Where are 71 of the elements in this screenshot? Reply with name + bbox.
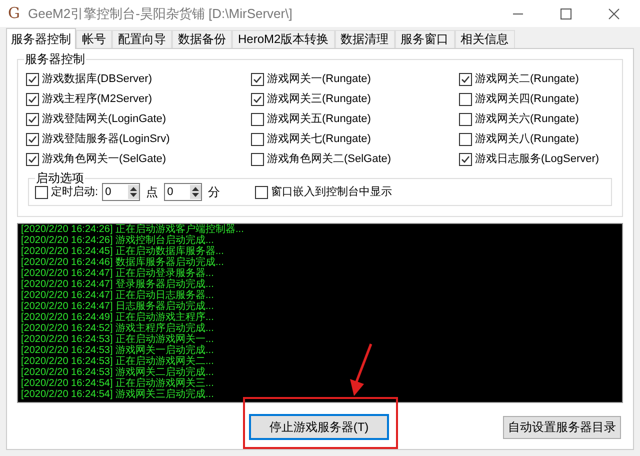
log-line: [2020/2/20 16:24:54] 正在启动游戏网关三... [21, 378, 215, 389]
unit-label: 点 [146, 184, 158, 201]
checkbox[interactable] [26, 72, 39, 86]
tab[interactable]: 帐号 [76, 30, 112, 48]
group-title: 服务器控制 [24, 52, 86, 66]
log-line: [2020/2/20 16:24:53] 正在启动游戏网关二... [21, 356, 215, 367]
window-title: GeeM2引擎控制台-昊阳杂货铺 [D:\MirServer\] [28, 4, 294, 23]
checkbox-label: 游戏网关一(Rungate) [267, 72, 371, 87]
log-line: [2020/2/20 16:24:53] 游戏网关二启动完成... [21, 367, 215, 378]
stop-server-button[interactable]: 停止游戏服务器(T) [249, 414, 389, 440]
checkbox[interactable] [255, 186, 268, 198]
log-line: [2020/2/20 16:24:47] 日志服务器启动完成... [21, 301, 215, 312]
checkbox[interactable] [459, 152, 472, 166]
group-title: 启动选项 [35, 171, 85, 185]
tab[interactable]: 数据清理 [334, 30, 395, 48]
tab[interactable]: 数据备份 [172, 30, 232, 48]
checkbox-label: 游戏主程序(M2Server) [42, 92, 152, 107]
log-line: [2020/2/20 16:24:47] 正在启动登录服务器... [21, 268, 215, 279]
checkbox-label: 游戏登陆服务器(LoginSrv) [42, 132, 170, 147]
checkbox-label: 窗口嵌入到控制台中显示 [271, 184, 392, 200]
log-line: [2020/2/20 16:24:47] 正在启动日志服务器... [21, 290, 215, 301]
checkbox-label: 游戏角色网关一(SelGate) [42, 152, 166, 167]
log-line: [2020/2/20 16:24:47] 登录服务器启动完成... [21, 279, 215, 290]
app-logo-icon: G [8, 6, 20, 21]
checkbox-label: 游戏网关八(Rungate) [475, 132, 579, 147]
log-line: [2020/2/20 16:24:46] 数据库服务器启动完成... [21, 257, 225, 268]
spin-arrows-icon[interactable] [128, 185, 140, 199]
log-line: [2020/2/20 16:24:53] 正在启动游戏网关一... [21, 334, 215, 345]
auto-set-directory-button[interactable]: 自动设置服务器目录 [503, 416, 621, 438]
checkbox-label: 游戏数据库(DBServer) [42, 72, 152, 87]
maximize-icon[interactable] [560, 8, 572, 20]
log-line: [2020/2/20 16:24:54] 游戏网关三启动完成... [21, 389, 215, 400]
checkbox-label: 游戏网关七(Rungate) [267, 132, 371, 147]
tab[interactable]: 配置向导 [112, 30, 172, 48]
checkbox[interactable] [35, 186, 48, 198]
number-spinner[interactable]: 0 [164, 183, 202, 201]
tab[interactable]: 相关信息 [454, 30, 515, 48]
checkbox[interactable] [251, 152, 264, 166]
log-line: [2020/2/20 16:24:26] 游戏控制台启动完成... [21, 235, 215, 246]
checkbox-label: 定时启动: [51, 184, 98, 200]
checkbox-label: 游戏角色网关二(SelGate) [267, 152, 392, 167]
checkbox[interactable] [251, 112, 264, 126]
checkbox-label: 游戏网关五(Rungate) [267, 112, 371, 127]
log-line: [2020/2/20 16:24:52] 游戏主程序启动完成... [21, 323, 215, 334]
checkbox[interactable] [251, 132, 264, 146]
checkbox[interactable] [26, 132, 39, 146]
tab[interactable]: 服务器控制 [6, 28, 76, 49]
checkbox[interactable] [459, 112, 472, 126]
spin-arrows-icon[interactable] [190, 185, 202, 199]
tab[interactable]: 服务窗口 [394, 30, 455, 48]
checkbox[interactable] [459, 92, 472, 106]
checkbox[interactable] [459, 132, 472, 146]
log-line: [2020/2/20 16:24:49] 正在启动游戏主程序... [21, 312, 215, 323]
checkbox-label: 游戏日志服务(LogServer) [475, 152, 600, 167]
checkbox[interactable] [26, 152, 39, 166]
checkbox-label: 游戏网关六(Rungate) [475, 112, 579, 127]
checkbox-label: 游戏网关四(Rungate) [475, 92, 579, 107]
log-line: [2020/2/20 16:24:53] 游戏网关一启动完成... [21, 345, 215, 356]
unit-label: 分 [208, 184, 220, 201]
checkbox[interactable] [26, 112, 39, 126]
checkbox-label: 游戏网关二(Rungate) [475, 72, 579, 87]
checkbox[interactable] [251, 92, 264, 106]
tab[interactable]: HeroM2版本转换 [232, 30, 335, 48]
checkbox[interactable] [26, 92, 39, 106]
log-line: [2020/2/20 16:24:45] 正在启动数据库服务器... [21, 246, 225, 257]
number-spinner[interactable]: 0 [102, 183, 140, 201]
checkbox-label: 游戏登陆网关(LoginGate) [42, 112, 166, 127]
checkbox[interactable] [251, 72, 264, 86]
checkbox-label: 游戏网关三(Rungate) [267, 92, 371, 107]
close-icon[interactable] [608, 8, 620, 20]
checkbox[interactable] [459, 72, 472, 86]
